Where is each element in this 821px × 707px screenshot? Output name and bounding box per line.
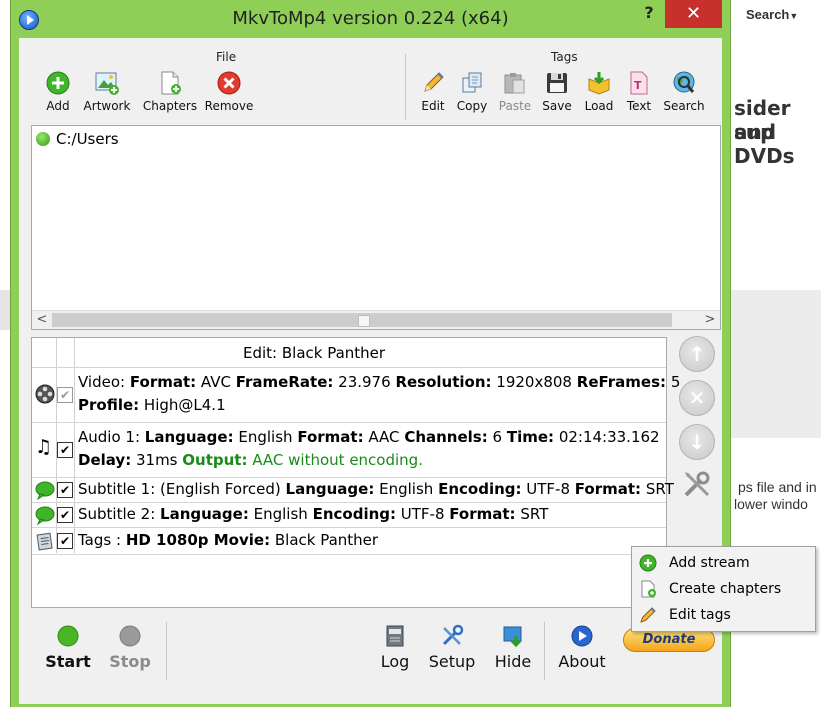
stream-checkbox[interactable]: ✔ — [57, 387, 73, 403]
move-down-button[interactable]: ↓ — [679, 424, 715, 460]
notepad-icon — [35, 531, 55, 551]
wrench-screwdriver-icon — [440, 624, 464, 648]
scroll-left-icon[interactable]: < — [34, 312, 50, 327]
tags-group-label: Tags — [551, 50, 578, 64]
menu-item-add-stream[interactable]: Add stream — [632, 550, 815, 576]
stream-details: Subtitle 1: (English Forced) Language: E… — [78, 480, 674, 498]
chapters-icon — [639, 580, 657, 598]
list-item[interactable]: C:/Users — [36, 130, 119, 150]
tools-icon[interactable] — [681, 468, 713, 500]
add-button[interactable]: Add — [39, 70, 77, 122]
add-icon — [45, 70, 71, 96]
stream-row-tags[interactable]: ✔ Tags : HD 1080p Movie: Black Panther — [32, 527, 666, 555]
stop-dot-icon — [118, 624, 142, 648]
context-menu: Add stream Create chapters Edit tags — [631, 546, 816, 632]
menu-item-create-chapters[interactable]: Create chapters — [632, 576, 815, 602]
help-button[interactable]: ? — [639, 3, 659, 27]
floppy-icon — [544, 70, 570, 96]
svg-text:T: T — [634, 79, 642, 92]
load-tags-button[interactable]: Load — [581, 70, 617, 122]
hide-button[interactable]: Hide — [493, 624, 533, 671]
remove-button[interactable]: Remove — [203, 70, 255, 122]
edit-title: Edit: Black Panther — [243, 344, 386, 362]
ribbon-divider — [405, 54, 406, 120]
window-title: MkvToMp4 version 0.224 (x64) — [232, 8, 509, 29]
remove-icon — [216, 70, 242, 96]
chapters-icon — [157, 70, 183, 96]
about-play-icon — [570, 624, 594, 648]
log-button[interactable]: Log — [377, 624, 413, 671]
search-tags-button[interactable]: Search — [661, 70, 707, 122]
log-icon — [383, 624, 407, 648]
scrollbar-grip — [358, 315, 370, 327]
text-icon: T — [626, 70, 652, 96]
stream-details: Subtitle 2: Language: English Encoding: … — [78, 505, 549, 523]
stream-checkbox[interactable]: ✔ — [57, 507, 73, 523]
stream-row-subtitle-2[interactable]: ✔ Subtitle 2: Language: English Encoding… — [32, 502, 666, 528]
stream-row-audio[interactable]: ♫ ✔ Audio 1: Language: English Format: A… — [32, 422, 666, 477]
search-globe-icon — [671, 70, 697, 96]
ribbon-toolbar: File Tags Add Artwork Chapters Remove Ed… — [19, 50, 722, 122]
about-button[interactable]: About — [557, 624, 607, 671]
toolbar-divider — [166, 622, 167, 680]
speech-bubble-icon — [35, 505, 55, 526]
save-tags-button[interactable]: Save — [539, 70, 575, 122]
file-path: C:/Users — [56, 130, 119, 148]
chapters-button[interactable]: Chapters — [139, 70, 201, 122]
background-text: lower windo — [734, 496, 808, 512]
file-list[interactable]: C:/Users < > — [31, 125, 721, 330]
add-icon — [639, 554, 657, 572]
copy-tags-button[interactable]: Copy — [453, 70, 491, 122]
pencil-icon — [420, 70, 446, 96]
paste-icon — [502, 70, 528, 96]
stop-button[interactable]: Stop — [107, 624, 153, 671]
horizontal-scrollbar[interactable]: < > — [32, 310, 720, 329]
copy-icon — [459, 70, 485, 96]
artwork-icon — [94, 70, 120, 96]
toolbar-divider — [544, 622, 545, 680]
speech-bubble-icon — [35, 480, 55, 501]
stream-checkbox[interactable]: ✔ — [57, 442, 73, 458]
stream-row-video[interactable]: ✔ Video: Format: AVC FrameRate: 23.976 R… — [32, 367, 680, 422]
stream-checkbox[interactable]: ✔ — [57, 482, 73, 498]
delete-stream-button[interactable]: ✕ — [679, 380, 715, 416]
title-bar[interactable]: MkvToMp4 version 0.224 (x64) ? ✕ — [11, 0, 730, 38]
background-left-strip — [0, 290, 10, 330]
film-reel-icon — [35, 384, 55, 404]
stream-details: Tags : HD 1080p Movie: Black Panther — [78, 531, 379, 549]
pencil-icon — [639, 606, 657, 624]
move-up-button[interactable]: ↑ — [679, 336, 715, 372]
artwork-button[interactable]: Artwork — [79, 70, 135, 122]
music-note-icon: ♫ — [35, 436, 53, 458]
stream-details: Video: Format: AVC FrameRate: 23.976 Res… — [78, 373, 681, 414]
menu-item-edit-tags[interactable]: Edit tags — [632, 602, 815, 628]
start-dot-icon — [56, 624, 80, 648]
load-icon — [586, 70, 612, 96]
scroll-right-icon[interactable]: > — [702, 312, 718, 327]
hide-window-icon — [501, 624, 525, 648]
file-group-label: File — [216, 50, 237, 64]
text-tags-button[interactable]: T Text — [623, 70, 655, 122]
status-ok-icon — [36, 132, 50, 146]
stream-details: Audio 1: Language: English Format: AAC C… — [78, 428, 660, 469]
app-window: MkvToMp4 version 0.224 (x64) ? ✕ File Ta… — [10, 0, 731, 707]
stream-checkbox[interactable]: ✔ — [57, 533, 73, 549]
background-text: ps file and in — [738, 479, 817, 495]
setup-button[interactable]: Setup — [427, 624, 477, 671]
edit-tags-button[interactable]: Edit — [415, 70, 451, 122]
client-area: File Tags Add Artwork Chapters Remove Ed… — [19, 38, 722, 704]
background-band — [729, 290, 821, 438]
close-button[interactable]: ✕ — [665, 0, 722, 28]
bottom-toolbar: Start Stop Log Setup Hide About Donate — [19, 614, 722, 704]
stream-list[interactable]: Edit: Black Panther ✔ Video: Format: AVC… — [31, 337, 680, 608]
stream-row-subtitle-1[interactable]: ✔ Subtitle 1: (English Forced) Language:… — [32, 477, 674, 503]
start-button[interactable]: Start — [45, 624, 91, 671]
background-search-link[interactable]: Search▼ — [746, 7, 798, 22]
background-text: and DVDs — [734, 120, 795, 168]
paste-tags-button[interactable]: Paste — [495, 70, 535, 122]
